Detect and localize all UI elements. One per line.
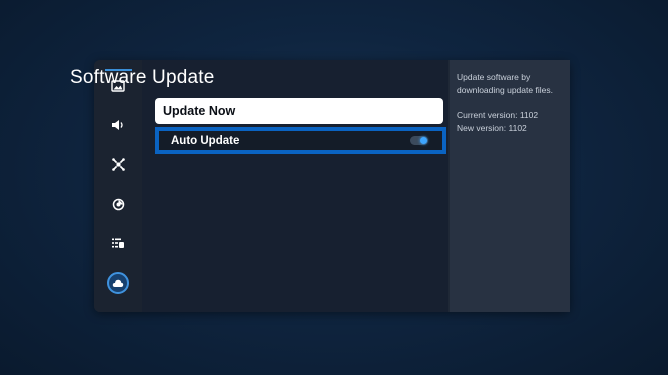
new-version-text: New version: 1102	[457, 123, 527, 133]
update-now-label: Update Now	[163, 104, 236, 118]
sidebar-item-sound[interactable]	[108, 115, 128, 135]
auto-update-row[interactable]: Auto Update	[155, 127, 446, 154]
general-icon	[111, 237, 125, 249]
info-panel	[450, 60, 570, 312]
sidebar-item-support[interactable]	[108, 194, 128, 214]
sidebar-item-general[interactable]	[108, 233, 128, 253]
cloud-update-icon	[112, 278, 124, 288]
support-icon	[112, 198, 125, 211]
sidebar-item-connection[interactable]	[108, 154, 128, 174]
settings-sidebar	[94, 60, 143, 312]
auto-update-label: Auto Update	[171, 134, 240, 147]
page-title: Software Update	[70, 67, 215, 88]
connection-icon	[111, 157, 125, 171]
update-now-button[interactable]: Update Now	[155, 98, 443, 124]
info-description-line2: downloading update files.	[457, 85, 553, 95]
sidebar-item-software-update[interactable]	[107, 272, 129, 294]
toggle-knob	[420, 137, 427, 144]
sound-icon	[111, 119, 125, 131]
current-version-text: Current version: 1102	[457, 110, 539, 120]
auto-update-toggle[interactable]	[410, 136, 428, 145]
info-description-line1: Update software by	[457, 72, 531, 82]
